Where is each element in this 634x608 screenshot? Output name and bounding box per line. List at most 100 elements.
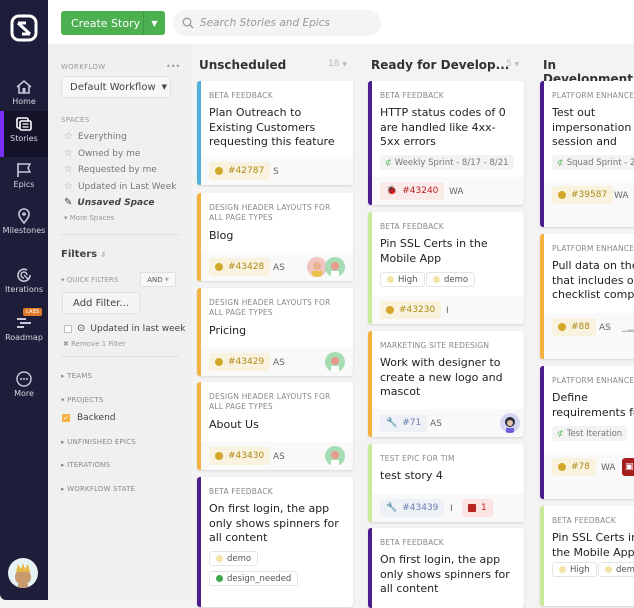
workflow-state-toggle[interactable]: ▸ WORKFLOW STATE [61,485,135,493]
card-epic: PLATFORM ENHANCEMENTS [552,91,634,100]
label-demo[interactable]: demo [209,551,259,566]
checkbox[interactable] [64,324,72,333]
search-input[interactable]: Search Stories and Epics [173,10,381,36]
nav-iterations[interactable]: Iterations [0,262,48,308]
workflow-options-icon[interactable]: ••• [166,62,180,71]
epics-flag-icon [17,163,32,177]
projects-toggle[interactable]: ▾ PROJECTS [61,396,103,404]
nav-epics[interactable]: Epics [0,157,48,203]
story-id-badge[interactable]: #43428 [209,258,271,276]
story-id-badge[interactable]: #43429 [209,353,271,371]
iteration-tag[interactable]: ⊄ Weekly Sprint - 8/17 - 8/21 [380,155,514,170]
card-title: HTTP status codes of 0 are handled like … [380,106,506,148]
iterations-toggle[interactable]: ▸ ITERATIONS [61,461,110,469]
story-id: #71 [402,418,422,428]
more-spaces-toggle[interactable]: ▾ More Spaces [64,214,114,222]
avatar-face-icon [15,563,31,588]
story-card[interactable]: BETA FEEDBACK Pin SSL Certs in the Mobil… [540,506,634,606]
story-card[interactable]: PLATFORM ENHANCEMENTS Define requirement… [540,366,634,499]
shortcut-logo-icon[interactable] [10,14,38,42]
and-or-select[interactable]: AND ▼ [140,272,176,287]
search-placeholder: Search Stories and Epics [200,17,330,29]
space-everything[interactable]: ☆ Everything [64,131,127,142]
updated-last-week-filter[interactable]: ⊙ Updated in last week [64,323,185,334]
star-icon[interactable]: ☆ [64,164,73,175]
story-id-badge[interactable]: 🔧 #71 [380,414,428,432]
owner-avatar[interactable] [307,257,327,277]
column-count[interactable]: 18 ▼ [328,59,347,69]
quick-filters-toggle[interactable]: ▾ QUICK FILTERS [61,276,118,284]
checkbox-checked[interactable]: ✓ [62,414,70,422]
story-id-badge[interactable]: #42787 [209,162,271,180]
story-id-badge[interactable]: #39587 [552,186,614,204]
nav-label: Epics [13,180,35,189]
iteration-tag[interactable]: ⊄ Test Iteration [552,426,628,441]
create-story-button[interactable]: Create Story ▼ [61,11,165,35]
user-avatar[interactable] [8,558,38,588]
due-date-badge[interactable]: ▣ [622,458,634,476]
story-id-badge[interactable]: 🐞 #43240 [380,182,445,200]
label-demo[interactable]: demo [598,562,634,577]
story-card[interactable]: TEST EPIC FOR TIM test story 4 🔧 #43439 I… [368,444,524,522]
feature-icon [215,167,223,175]
unfinished-epics-toggle[interactable]: ▸ UNFINISHED EPICS [61,438,136,446]
filters-heading[interactable]: Filters ⇕ [61,249,107,260]
remove-filter-link[interactable]: ✖ Remove 1 Filter [63,340,126,348]
label-high[interactable]: High [552,562,597,577]
owner-avatar[interactable] [325,257,345,277]
label-design-needed[interactable]: design_needed [209,571,299,586]
create-dropdown-caret-icon[interactable]: ▼ [143,11,165,35]
story-card[interactable]: BETA FEEDBACK Plan Outreach to Existing … [197,81,353,185]
story-card[interactable]: BETA FEEDBACK HTTP status codes of 0 are… [368,81,524,205]
space-unsaved[interactable]: ✎ Unsaved Space [64,197,155,208]
card-epic: DESIGN HEADER LAYOUTS FOR ALL PAGE TYPES [209,392,331,411]
space-owned-by-me[interactable]: ☆ Owned by me [64,148,140,159]
space-updated-last-week[interactable]: ☆ Updated in Last Week [64,181,176,192]
blocker-badge[interactable]: 1 [462,499,493,517]
story-id-badge[interactable]: #78 [552,458,596,476]
nav-more[interactable]: More [0,366,48,412]
owner-avatar[interactable] [325,352,345,372]
column-header-unscheduled[interactable]: Unscheduled [199,58,286,72]
column-count[interactable]: 5 ▼ [506,59,519,69]
label-high[interactable]: High [380,272,425,287]
story-card[interactable]: DESIGN HEADER LAYOUTS FOR ALL PAGE TYPES… [197,193,353,281]
iteration-tag[interactable]: ⊄ Squad Sprint - 2 [552,155,634,170]
story-id-badge[interactable]: #88 [552,318,596,336]
card-epic: PLATFORM ENHANCEMENTS [552,376,634,385]
story-card[interactable]: BETA FEEDBACK On first login, the app on… [197,477,353,607]
story-id-badge[interactable]: 🔧 #43439 [380,499,445,517]
story-id-badge[interactable]: #43430 [209,447,271,465]
avatar-face-icon [331,357,339,372]
story-card[interactable]: BETA FEEDBACK On first login, the app on… [368,528,524,608]
project-backend[interactable]: ✓ Backend [62,413,115,423]
nav-milestones[interactable]: Milestones [0,203,48,249]
blocker-icon [468,504,476,512]
star-icon[interactable]: ☆ [64,181,73,192]
label-text: demo [227,553,252,564]
star-icon[interactable]: ☆ [64,131,73,142]
avatar-face-icon [331,262,339,277]
label-demo[interactable]: demo [426,272,476,287]
story-card[interactable]: PLATFORM ENHANCEMENTS Test out impersona… [540,81,634,227]
column-header-ready[interactable]: Ready for Develop... [371,58,509,72]
story-card[interactable]: BETA FEEDBACK Pin SSL Certs in the Mobil… [368,212,524,324]
add-filter-button[interactable]: Add Filter... [62,292,140,314]
teams-toggle[interactable]: ▸ TEAMS [61,372,92,380]
iteration-text: Squad Sprint - 2 [566,157,634,168]
nav-stories[interactable]: Stories [0,111,48,157]
feature-icon [558,463,566,471]
workflow-select[interactable]: Default Workflow ▼ [61,76,171,98]
card-footer: #39587 WA [544,181,634,227]
create-story-label: Create Story [71,16,141,30]
owner-avatar[interactable] [325,446,345,466]
owner-avatar[interactable] [500,413,520,433]
story-card[interactable]: MARKETING SITE REDESIGN Work with design… [368,331,524,437]
space-requested-by-me[interactable]: ☆ Requested by me [64,164,157,175]
story-id-badge[interactable]: #43230 [380,301,442,319]
nav-roadmap[interactable]: LABS Roadmap [0,308,48,356]
story-card[interactable]: DESIGN HEADER LAYOUTS FOR ALL PAGE TYPES… [197,288,353,376]
story-card[interactable]: PLATFORM ENHANCEMENTS Pull data on the t… [540,234,634,359]
star-icon[interactable]: ☆ [64,148,73,159]
story-card[interactable]: DESIGN HEADER LAYOUTS FOR ALL PAGE TYPES… [197,382,353,470]
